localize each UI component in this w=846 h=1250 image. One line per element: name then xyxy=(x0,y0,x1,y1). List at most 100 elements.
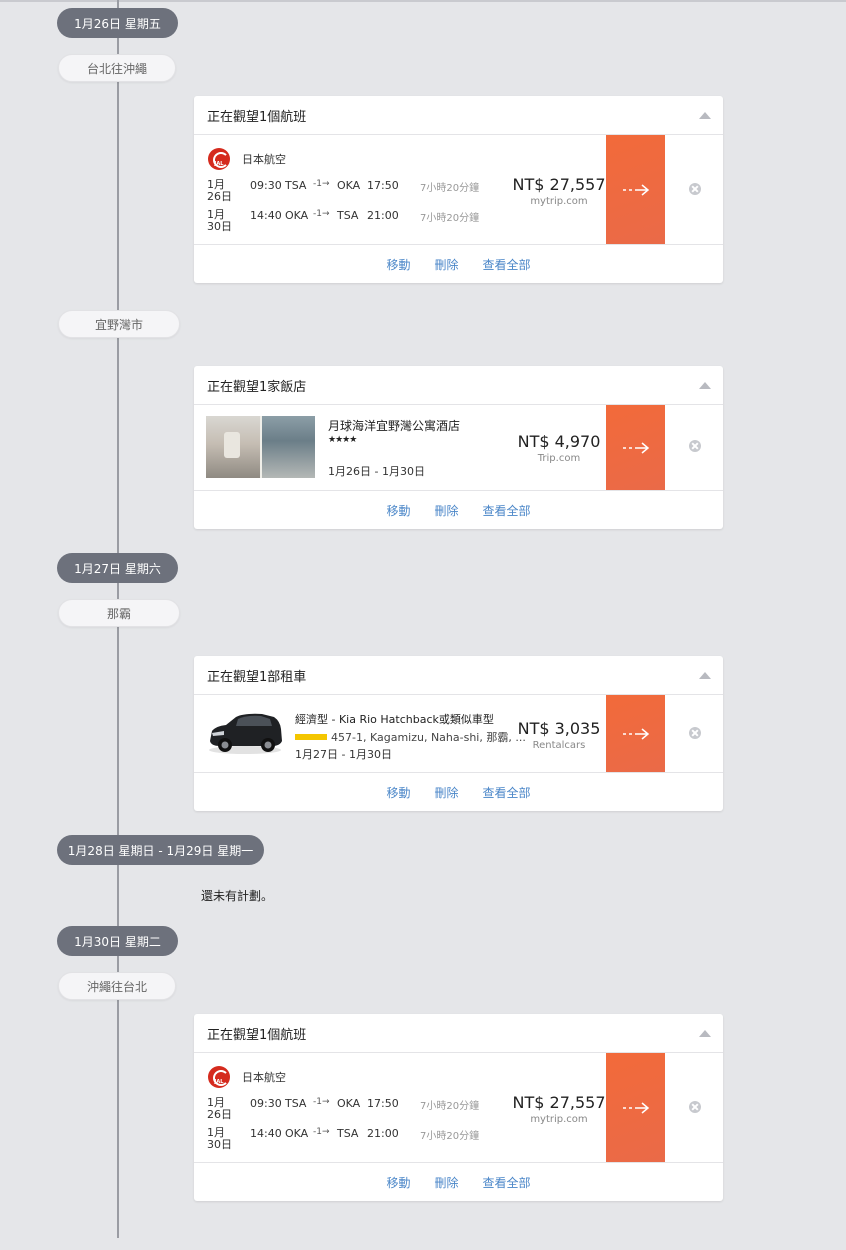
price-block: NT$ 27,557 mytrip.com xyxy=(512,175,606,207)
leg-dep-time: 09:30 xyxy=(250,179,282,192)
price-source: mytrip.com xyxy=(530,196,588,207)
go-button[interactable] xyxy=(606,695,665,772)
view-all-link[interactable]: 查看全部 xyxy=(483,256,531,273)
close-circle-icon[interactable] xyxy=(689,727,701,739)
price-source: Trip.com xyxy=(537,453,581,464)
price-amount: NT$ 27,557 xyxy=(512,1093,606,1112)
leg-duration: 7小時20分鐘 xyxy=(420,1101,480,1112)
card-header[interactable]: 正在觀望1個航班 xyxy=(194,96,723,135)
leg-arr-time: 17:50 xyxy=(367,179,399,192)
car-card: 正在觀望1部租車 經濟型 - Kia Rio Hatchback或類似車型 45… xyxy=(194,656,723,811)
leg-date: 1月26日 xyxy=(207,1096,232,1121)
card-header[interactable]: 正在觀望1部租車 xyxy=(194,656,723,695)
hotel-dates: 1月26日 - 1月30日 xyxy=(328,465,425,478)
hotel-name[interactable]: 月球海洋宜野灣公寓酒店 xyxy=(328,417,460,434)
car-location-text: 457-1, Kagamizu, Naha-shi, 那霸, ... xyxy=(331,731,526,744)
card-title: 正在觀望1個航班 xyxy=(207,109,307,125)
price-amount: NT$ 3,035 xyxy=(517,719,601,738)
move-link[interactable]: 移動 xyxy=(386,256,410,273)
move-link[interactable]: 移動 xyxy=(386,784,410,801)
move-link[interactable]: 移動 xyxy=(386,502,410,519)
car-name[interactable]: 經濟型 - Kia Rio Hatchback或類似車型 xyxy=(295,711,494,727)
price-amount: NT$ 27,557 xyxy=(512,175,606,194)
leg-date: 1月30日 xyxy=(207,1126,232,1151)
flight-details: 日本航空 1月26日 09:30 TSA -1→ OKA 17:50 7小時20… xyxy=(194,1053,723,1163)
view-all-link[interactable]: 查看全部 xyxy=(483,784,531,801)
arrow-right-icon xyxy=(622,183,649,196)
leg-arr-airport: TSA xyxy=(337,1127,359,1140)
car-dates: 1月27日 - 1月30日 xyxy=(295,748,392,761)
airline-name: 日本航空 xyxy=(242,153,286,166)
leg-stops: -1→ xyxy=(313,179,330,189)
move-link[interactable]: 移動 xyxy=(386,1174,410,1191)
car-details: 經濟型 - Kia Rio Hatchback或類似車型 457-1, Kaga… xyxy=(194,695,723,773)
go-button[interactable] xyxy=(606,1053,665,1162)
place-pill-naha: 那霸 xyxy=(58,599,180,627)
delete-link[interactable]: 刪除 xyxy=(434,256,458,273)
card-footer: 移動 刪除 查看全部 xyxy=(194,773,723,811)
leg-dep-airport: TSA xyxy=(285,179,307,192)
leg-dep-time: 14:40 xyxy=(250,209,282,222)
close-circle-icon[interactable] xyxy=(689,440,701,452)
price-block: NT$ 27,557 mytrip.com xyxy=(512,1093,606,1125)
price-amount: NT$ 4,970 xyxy=(517,432,601,451)
date-pill-day2: 1月27日 星期六 xyxy=(57,553,178,583)
close-circle-icon[interactable] xyxy=(689,183,701,195)
jal-logo-icon xyxy=(208,148,230,170)
flight-card-return: 正在觀望1個航班 日本航空 1月26日 09:30 TSA -1→ OKA 17… xyxy=(194,1014,723,1201)
caret-up-icon[interactable] xyxy=(699,1030,711,1037)
flight-leg: 1月30日 14:40 OKA -1→ TSA 21:00 7小時20分鐘 xyxy=(207,209,507,233)
airline-row: 日本航空 xyxy=(208,1066,286,1088)
go-button[interactable] xyxy=(606,405,665,490)
leg-dep-airport: TSA xyxy=(285,1097,307,1110)
caret-up-icon[interactable] xyxy=(699,382,711,389)
airline-name: 日本航空 xyxy=(242,1071,286,1084)
go-button[interactable] xyxy=(606,135,665,244)
price-block: NT$ 3,035 Rentalcars xyxy=(512,719,606,751)
hotel-stars: ★★★★ xyxy=(328,435,357,445)
date-pill-day1: 1月26日 星期五 xyxy=(57,8,178,38)
card-footer: 移動 刪除 查看全部 xyxy=(194,245,723,283)
hotel-card: 正在觀望1家飯店 月球海洋宜野灣公寓酒店 ★★★★ 1月26日 - 1月30日 … xyxy=(194,366,723,529)
view-all-link[interactable]: 查看全部 xyxy=(483,502,531,519)
leg-stops: -1→ xyxy=(313,209,330,219)
price-source: mytrip.com xyxy=(530,1114,588,1125)
card-header[interactable]: 正在觀望1個航班 xyxy=(194,1014,723,1053)
view-all-link[interactable]: 查看全部 xyxy=(483,1174,531,1191)
caret-up-icon[interactable] xyxy=(699,672,711,679)
card-title: 正在觀望1家飯店 xyxy=(207,379,307,395)
place-pill-ginowan: 宜野灣市 xyxy=(58,310,180,338)
caret-up-icon[interactable] xyxy=(699,112,711,119)
arrow-right-icon xyxy=(622,727,649,740)
hotel-photo-left xyxy=(206,416,260,478)
leg-arr-time: 21:00 xyxy=(367,1127,399,1140)
card-footer: 移動 刪除 查看全部 xyxy=(194,1163,723,1201)
place-pill-taipei-okinawa: 台北往沖繩 xyxy=(58,54,176,82)
card-title: 正在觀望1部租車 xyxy=(207,669,307,685)
hotel-photo[interactable] xyxy=(206,416,315,478)
leg-duration: 7小時20分鐘 xyxy=(420,213,480,224)
date-pill-day4: 1月30日 星期二 xyxy=(57,926,178,956)
flight-card-outbound: 正在觀望1個航班 日本航空 1月26日 09:30 TSA -1→ OKA 17… xyxy=(194,96,723,283)
top-divider xyxy=(0,0,846,2)
flight-leg: 1月26日 09:30 TSA -1→ OKA 17:50 7小時20分鐘 xyxy=(207,1097,507,1121)
leg-arr-time: 17:50 xyxy=(367,1097,399,1110)
rentalcars-logo-icon xyxy=(295,734,327,740)
flight-details: 日本航空 1月26日 09:30 TSA -1→ OKA 17:50 7小時20… xyxy=(194,135,723,245)
leg-duration: 7小時20分鐘 xyxy=(420,1131,480,1142)
delete-link[interactable]: 刪除 xyxy=(434,502,458,519)
card-header[interactable]: 正在觀望1家飯店 xyxy=(194,366,723,405)
leg-dep-time: 14:40 xyxy=(250,1127,282,1140)
card-footer: 移動 刪除 查看全部 xyxy=(194,491,723,529)
leg-date: 1月26日 xyxy=(207,178,232,203)
close-circle-icon[interactable] xyxy=(689,1101,701,1113)
leg-arr-airport: OKA xyxy=(337,179,361,192)
leg-arr-airport: OKA xyxy=(337,1097,361,1110)
no-plan-text: 還未有計劃。 xyxy=(201,889,274,903)
delete-link[interactable]: 刪除 xyxy=(434,1174,458,1191)
delete-link[interactable]: 刪除 xyxy=(434,784,458,801)
card-title: 正在觀望1個航班 xyxy=(207,1027,307,1043)
car-location: 457-1, Kagamizu, Naha-shi, 那霸, ... xyxy=(295,729,526,745)
arrow-right-icon xyxy=(622,1101,649,1114)
car-photo[interactable] xyxy=(206,709,284,755)
